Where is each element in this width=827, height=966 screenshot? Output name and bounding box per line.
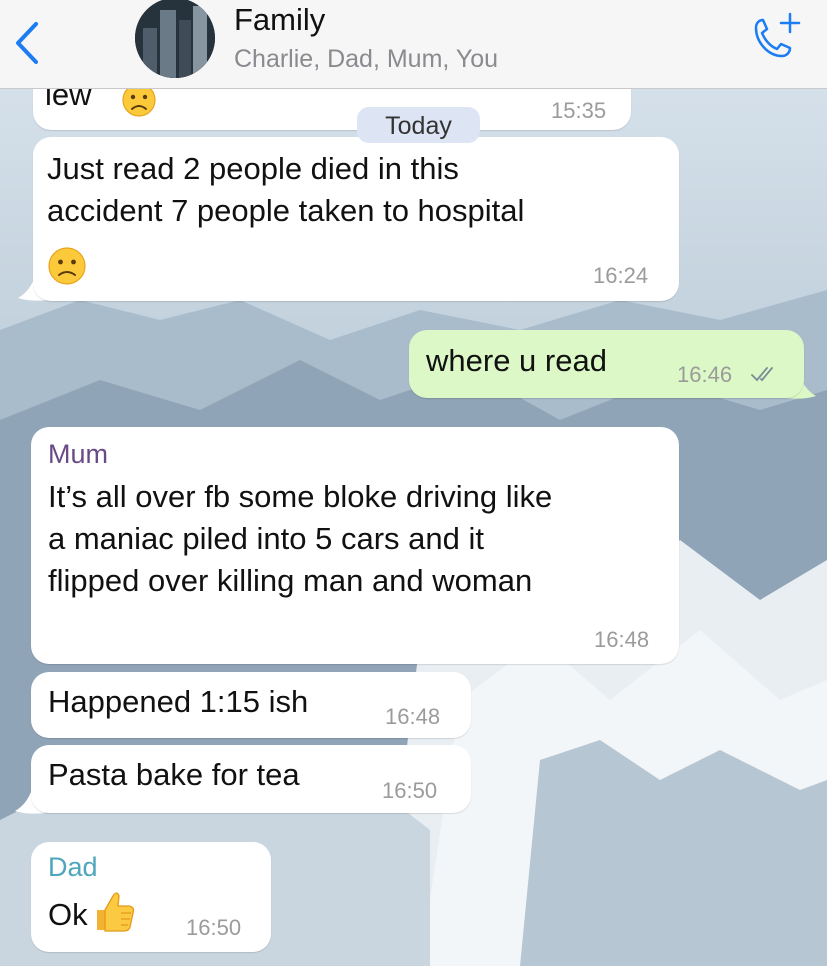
message-bubble[interactable]: Mum It’s all over fb some bloke driving … bbox=[31, 427, 679, 664]
message-text: Happened 1:15 ish bbox=[48, 684, 309, 719]
thumbs-up-icon bbox=[97, 892, 135, 932]
message-bubble[interactable]: Happened 1:15 ish 16:48 bbox=[31, 672, 471, 738]
message-time: 16:48 bbox=[385, 704, 441, 729]
add-call-icon[interactable] bbox=[746, 10, 804, 66]
chat-title[interactable]: Family bbox=[234, 2, 325, 38]
message-time: 16:24 bbox=[593, 263, 649, 288]
message-bubble[interactable]: Just read 2 people died in this accident… bbox=[33, 137, 679, 301]
date-separator: Today bbox=[357, 107, 480, 143]
chevron-left-icon[interactable] bbox=[10, 20, 46, 66]
message-text: Ok bbox=[48, 897, 88, 932]
sender-name-dad[interactable]: Dad bbox=[48, 852, 98, 883]
sender-name-mum[interactable]: Mum bbox=[48, 439, 108, 470]
message-time: 16:46 bbox=[677, 362, 733, 387]
message-text: Pasta bake for tea bbox=[48, 757, 300, 792]
message-time: 16:50 bbox=[382, 778, 438, 803]
message-bubble[interactable]: Dad Ok 16:50 bbox=[31, 842, 271, 952]
message-time: 16:50 bbox=[186, 915, 242, 940]
message-time: 16:48 bbox=[594, 627, 650, 652]
chat-header: Family Charlie, Dad, Mum, You bbox=[0, 0, 827, 89]
group-avatar[interactable] bbox=[135, 0, 215, 78]
message-text: It’s all over fb some bloke driving like… bbox=[48, 479, 553, 598]
message-text: Just read 2 people died in this accident… bbox=[47, 151, 525, 228]
message-bubble-outgoing[interactable]: where u read 16:46 bbox=[409, 330, 804, 398]
message-text: where u read bbox=[426, 343, 607, 378]
city-skyline-image bbox=[135, 0, 215, 78]
read-ticks-icon bbox=[751, 367, 773, 382]
slightly-frowning-face-icon bbox=[48, 247, 86, 285]
message-time: 15:35 bbox=[551, 98, 607, 123]
chat-members[interactable]: Charlie, Dad, Mum, You bbox=[234, 45, 498, 74]
message-bubble[interactable]: Pasta bake for tea 16:50 bbox=[31, 745, 471, 813]
